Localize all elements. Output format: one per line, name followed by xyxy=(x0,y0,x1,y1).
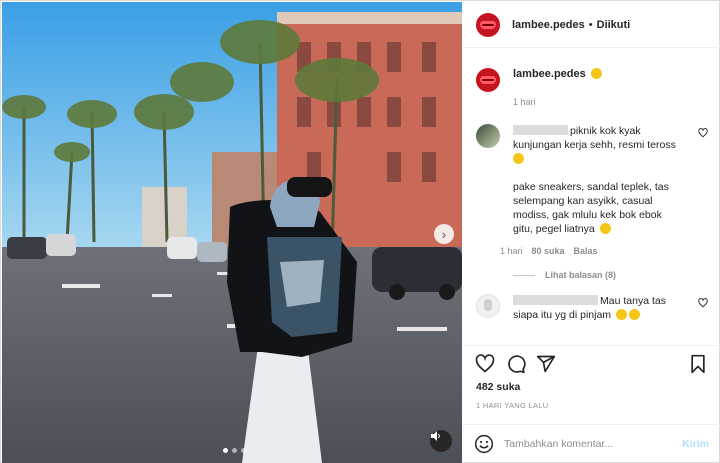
share-button[interactable] xyxy=(536,354,556,374)
chevron-right-icon: › xyxy=(441,226,447,242)
comment-text: modiss, gak mlulu kek bok ebok xyxy=(513,209,662,221)
comment-icon xyxy=(508,355,526,374)
author-username[interactable]: lambee.pedes xyxy=(512,19,585,31)
post-video[interactable]: › xyxy=(2,2,462,463)
follow-status[interactable]: Diikuti xyxy=(597,19,631,31)
lips-logo-icon xyxy=(480,76,496,84)
sound-toggle-button[interactable] xyxy=(430,430,452,452)
post-actions xyxy=(463,345,720,375)
comment-button[interactable] xyxy=(506,354,526,374)
carousel-indicator xyxy=(223,448,246,453)
avatar[interactable] xyxy=(476,68,500,92)
avatar[interactable] xyxy=(476,124,500,148)
comment-text: kunjungan kerja sehh, resmi teross xyxy=(513,139,676,151)
view-replies-button[interactable]: Lihat balasan (8) xyxy=(513,270,720,280)
grimacing-emoji-icon xyxy=(513,153,524,164)
bookmark-icon xyxy=(691,354,705,374)
blurred-username xyxy=(513,125,568,135)
laughing-emoji-icon xyxy=(615,309,627,320)
paper-plane-icon xyxy=(536,355,556,373)
view-replies-label: Lihat balasan (8) xyxy=(545,270,617,280)
post-caption: lambee.pedes 1 hari xyxy=(463,52,720,107)
comment-text: piknik kok kyak xyxy=(570,125,641,137)
reply-button[interactable]: Balas xyxy=(574,246,598,256)
carousel-dot xyxy=(223,448,228,453)
comments-list[interactable]: lambee.pedes 1 hari piknik kok kyak kunj… xyxy=(463,52,720,339)
post-header: lambee.pedes • Diikuti xyxy=(463,2,720,48)
comment-text: gitu, pegel liatnya xyxy=(513,223,595,235)
caption-username[interactable]: lambee.pedes xyxy=(513,68,586,80)
winking-emoji-icon xyxy=(599,223,611,234)
smiley-icon xyxy=(474,434,494,454)
comment-like-button[interactable] xyxy=(698,128,708,141)
emoji-picker-button[interactable] xyxy=(474,434,494,454)
post-comment-button[interactable]: Kirim xyxy=(682,438,709,450)
comment-like-button[interactable] xyxy=(698,298,708,311)
laughing-emoji-icon xyxy=(628,309,640,320)
comment-time[interactable]: 1 hari xyxy=(500,246,523,256)
blurred-username xyxy=(513,295,598,305)
save-button[interactable] xyxy=(688,354,708,374)
separator-dot: • xyxy=(588,18,593,31)
carousel-dot xyxy=(241,448,246,453)
avatar[interactable] xyxy=(476,294,500,318)
heart-icon xyxy=(475,354,495,373)
post-date[interactable]: 1 HARI YANG LALU xyxy=(476,401,548,410)
comment-text: selempang kan asyikk, casual xyxy=(513,195,653,207)
post-sidebar: lambee.pedes • Diikuti lambee.pedes 1 ha… xyxy=(463,2,720,463)
grinning-emoji-icon xyxy=(590,68,602,79)
comment-item: piknik kok kyak kunjungan kerja sehh, re… xyxy=(463,124,720,256)
next-media-button[interactable]: › xyxy=(434,224,454,244)
video-frame xyxy=(2,2,462,463)
speaker-icon xyxy=(431,431,440,441)
heart-icon xyxy=(698,298,708,308)
comment-text: Mau tanya tas xyxy=(600,295,666,307)
lips-logo-icon xyxy=(480,20,496,29)
likes-count[interactable]: 482 suka xyxy=(476,381,520,393)
comment-text: siapa itu yg di pinjam xyxy=(513,309,612,321)
comment-item: Mau tanya tas siapa itu yg di pinjam xyxy=(463,294,720,322)
carousel-dot xyxy=(232,448,237,453)
comment-input[interactable] xyxy=(504,438,683,450)
comment-likes[interactable]: 80 suka xyxy=(532,246,565,256)
heart-icon xyxy=(698,128,708,138)
avatar[interactable] xyxy=(476,12,500,37)
caption-time[interactable]: 1 hari xyxy=(513,97,602,107)
replies-line xyxy=(513,274,535,276)
like-button[interactable] xyxy=(475,354,495,374)
comment-text: pake sneakers, sandal teplek, tas xyxy=(513,181,669,193)
post-dialog: › lambee.pedes • Diikuti lambee.pedes 1 … xyxy=(0,0,720,463)
comment-composer: Kirim xyxy=(463,424,720,463)
comment-meta: 1 hari 80 suka Balas xyxy=(500,246,695,256)
